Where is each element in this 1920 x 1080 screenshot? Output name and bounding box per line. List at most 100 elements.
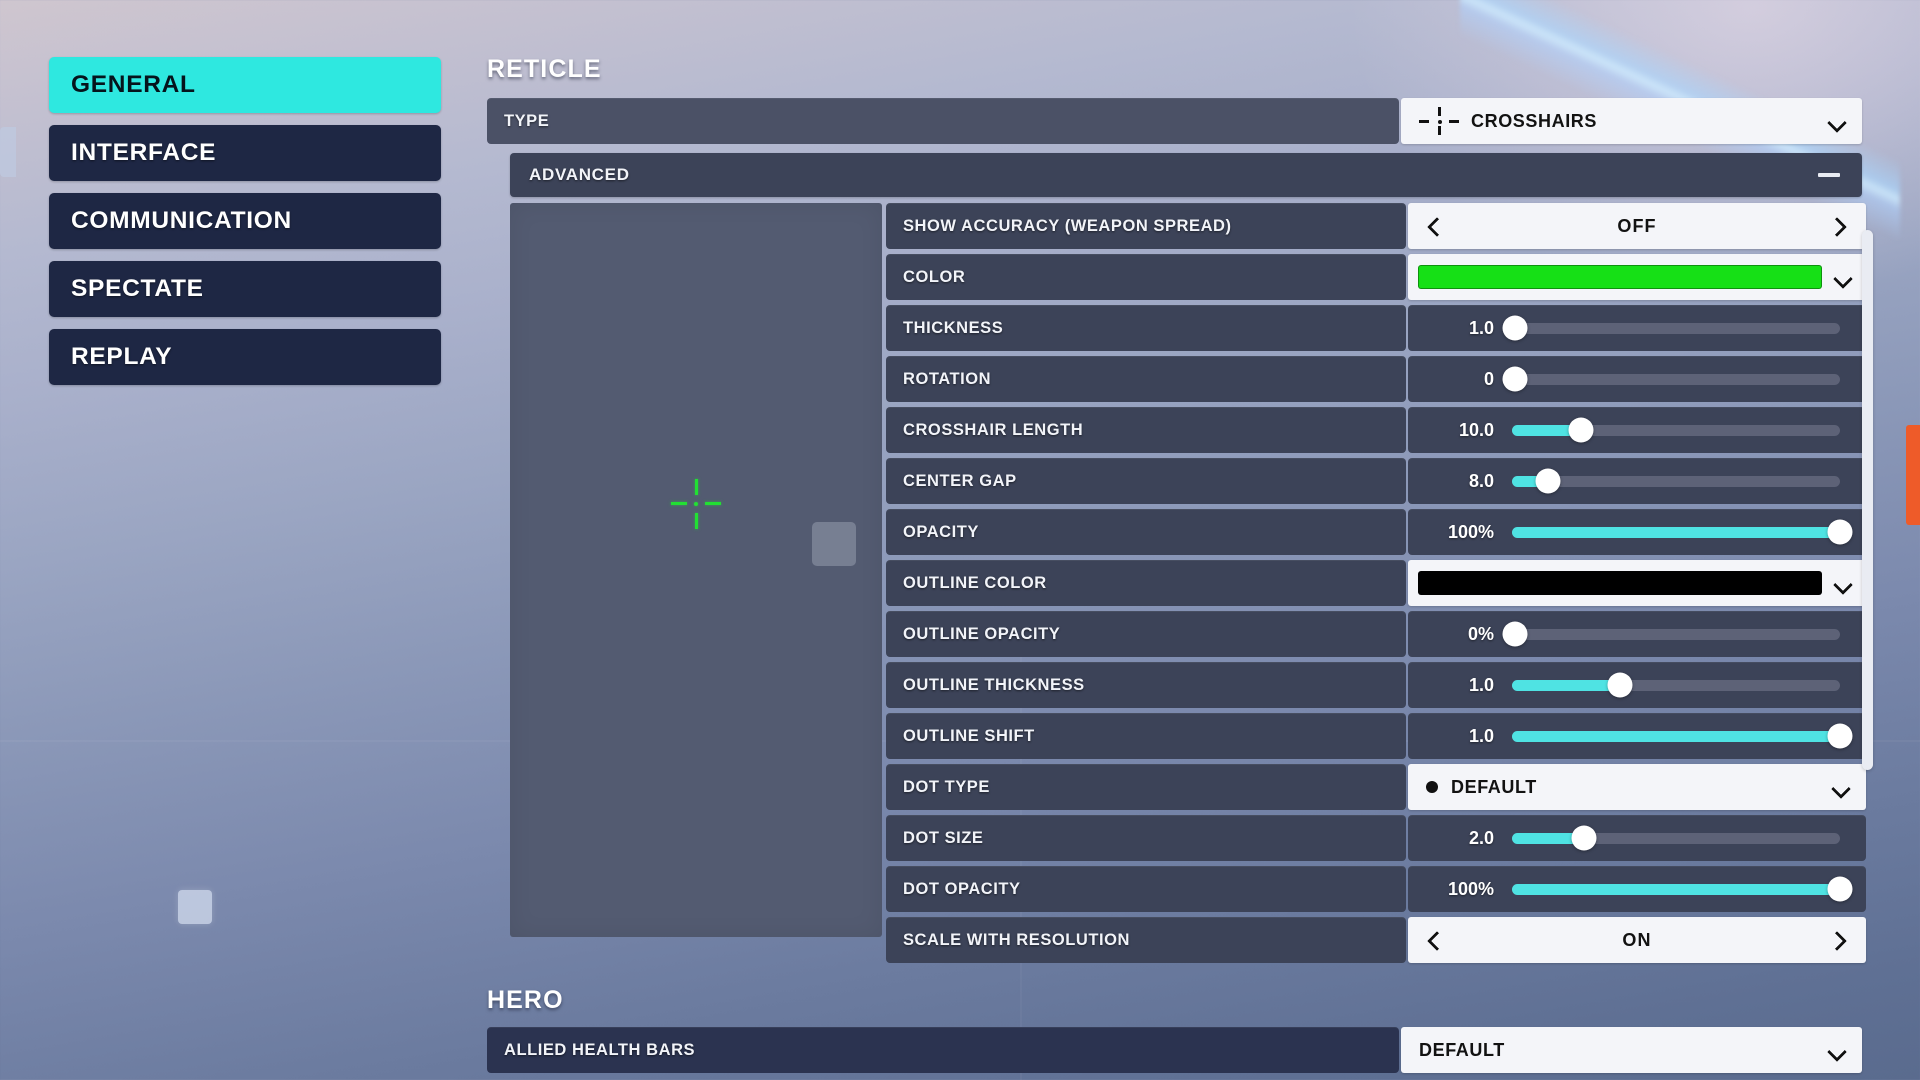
dot-size-value: 2.0: [1468, 827, 1494, 848]
setting-row-type: TYPE CROSSHAIRS: [487, 98, 1862, 144]
rotation-slider[interactable]: 0: [1408, 356, 1866, 402]
outline-shift-value: 1.0: [1468, 725, 1494, 746]
show-accuracy-weapon-spread-selector[interactable]: OFF: [1408, 203, 1866, 249]
outline-opacity-value: 0%: [1467, 623, 1494, 644]
color-picker[interactable]: [1408, 254, 1866, 300]
outline-shift-slider[interactable]: 1.0: [1408, 713, 1866, 759]
slider-track[interactable]: [1512, 519, 1853, 545]
setting-label-rotation: ROTATION: [886, 356, 1406, 402]
dot-size-slider[interactable]: 2.0: [1408, 815, 1866, 861]
show-accuracy-weapon-spread-value: OFF: [1617, 215, 1657, 236]
slider-track[interactable]: [1512, 723, 1853, 749]
setting-row-color: COLOR: [886, 254, 1866, 300]
slider-knob[interactable]: [1535, 468, 1561, 494]
slider-fill: [1512, 679, 1621, 691]
chevron-down-icon: [1834, 578, 1852, 589]
dot-type-value: DEFAULT: [1451, 776, 1537, 797]
reticle-preview-pane: [510, 203, 882, 937]
slider-knob[interactable]: [1571, 825, 1597, 851]
minus-icon[interactable]: [1818, 173, 1840, 177]
setting-row-dot-type: DOT TYPE DEFAULT: [886, 764, 1866, 810]
slider-knob[interactable]: [1827, 519, 1853, 545]
center-gap-slider[interactable]: 8.0: [1408, 458, 1866, 504]
setting-row-allied-health-bars: ALLIED HEALTH BARS DEFAULT: [487, 1027, 1862, 1073]
opacity-slider[interactable]: 100%: [1408, 509, 1866, 555]
setting-row-center-gap: CENTER GAP 8.0: [886, 458, 1866, 504]
scrollbar-thumb[interactable]: [1862, 230, 1873, 770]
setting-row-crosshair-length: CROSSHAIR LENGTH 10.0: [886, 407, 1866, 453]
sidebar-item-communication[interactable]: COMMUNICATION: [49, 193, 441, 249]
crosshair-length-value: 10.0: [1458, 419, 1494, 440]
chevron-right-icon[interactable]: [1833, 933, 1848, 948]
setting-label-dot-size: DOT SIZE: [886, 815, 1406, 861]
dot-opacity-slider[interactable]: 100%: [1408, 866, 1866, 912]
sidebar-item-label: GENERAL: [71, 71, 196, 98]
slider-track[interactable]: [1512, 825, 1840, 851]
setting-row-opacity: OPACITY 100%: [886, 509, 1866, 555]
setting-label-dot-opacity: DOT OPACITY: [886, 866, 1406, 912]
section-title-reticle: RETICLE: [487, 55, 602, 83]
dot-type-dropdown[interactable]: DEFAULT: [1408, 764, 1866, 810]
chevron-left-icon[interactable]: [1426, 933, 1441, 948]
color-swatch: [1418, 265, 1822, 289]
crosshairs-icon: [1419, 106, 1459, 136]
slider-track[interactable]: [1512, 417, 1840, 443]
page-scroll-accent-marker[interactable]: [1906, 425, 1920, 525]
sidebar-item-general[interactable]: GENERAL: [49, 57, 441, 113]
setting-label-outline-color: OUTLINE COLOR: [886, 560, 1406, 606]
slider-track[interactable]: [1502, 315, 1840, 341]
setting-label-type: TYPE: [487, 98, 1399, 144]
scale-with-resolution-selector[interactable]: ON: [1408, 917, 1866, 963]
setting-row-outline-shift: OUTLINE SHIFT 1.0: [886, 713, 1866, 759]
slider-track[interactable]: [1502, 366, 1840, 392]
outline-thickness-value: 1.0: [1468, 674, 1494, 695]
slider-knob[interactable]: [1607, 672, 1633, 698]
advanced-group-header[interactable]: ADVANCED: [510, 153, 1862, 197]
setting-label-outline-shift: OUTLINE SHIFT: [886, 713, 1406, 759]
slider-track[interactable]: [1502, 621, 1840, 647]
chevron-left-icon[interactable]: [1426, 219, 1441, 234]
sidebar-item-replay[interactable]: REPLAY: [49, 329, 441, 385]
slider-fill: [1512, 730, 1840, 742]
sidebar-edge-tab[interactable]: [0, 127, 16, 177]
outline-color-swatch: [1418, 571, 1822, 595]
setting-row-rotation: ROTATION 0: [886, 356, 1866, 402]
sidebar-item-label: INTERFACE: [71, 139, 217, 166]
setting-row-dot-size: DOT SIZE 2.0: [886, 815, 1866, 861]
setting-label-color: COLOR: [886, 254, 1406, 300]
outline-thickness-slider[interactable]: 1.0: [1408, 662, 1866, 708]
slider-knob[interactable]: [1827, 723, 1853, 749]
setting-row-thickness: THICKNESS 1.0: [886, 305, 1866, 351]
advanced-list-scrollbar[interactable]: [1862, 208, 1873, 808]
slider-knob[interactable]: [1502, 315, 1528, 341]
slider-fill: [1512, 526, 1840, 538]
slider-knob[interactable]: [1827, 876, 1853, 902]
setting-label-outline-thickness: OUTLINE THICKNESS: [886, 662, 1406, 708]
chevron-right-icon[interactable]: [1833, 219, 1848, 234]
opacity-value: 100%: [1447, 521, 1494, 542]
slider-knob[interactable]: [1502, 366, 1528, 392]
thickness-slider[interactable]: 1.0: [1408, 305, 1866, 351]
outline-color-picker[interactable]: [1408, 560, 1866, 606]
slider-track[interactable]: [1512, 876, 1853, 902]
setting-label-show-accuracy-weapon-spread: SHOW ACCURACY (WEAPON SPREAD): [886, 203, 1406, 249]
slider-knob[interactable]: [1568, 417, 1594, 443]
slider-track[interactable]: [1512, 672, 1840, 698]
setting-row-dot-opacity: DOT OPACITY 100%: [886, 866, 1866, 912]
chevron-down-icon: [1834, 272, 1852, 283]
setting-label-dot-type: DOT TYPE: [886, 764, 1406, 810]
slider-fill: [1512, 883, 1840, 895]
allied-health-bars-dropdown[interactable]: DEFAULT: [1401, 1027, 1862, 1073]
outline-opacity-slider[interactable]: 0%: [1408, 611, 1866, 657]
reticle-preview-target-box: [812, 522, 856, 566]
type-dropdown-value: CROSSHAIRS: [1471, 110, 1598, 131]
dot-opacity-value: 100%: [1447, 878, 1494, 899]
slider-knob[interactable]: [1502, 621, 1528, 647]
sidebar-item-spectate[interactable]: SPECTATE: [49, 261, 441, 317]
type-dropdown[interactable]: CROSSHAIRS: [1401, 98, 1862, 144]
sidebar-item-interface[interactable]: INTERFACE: [49, 125, 441, 181]
crosshair-length-slider[interactable]: 10.0: [1408, 407, 1866, 453]
advanced-group: ADVANCED SHOW ACCURACY (WEAPON SPREAD) OF…: [510, 153, 1866, 968]
sidebar-item-label: COMMUNICATION: [71, 207, 292, 234]
slider-track[interactable]: [1512, 468, 1840, 494]
